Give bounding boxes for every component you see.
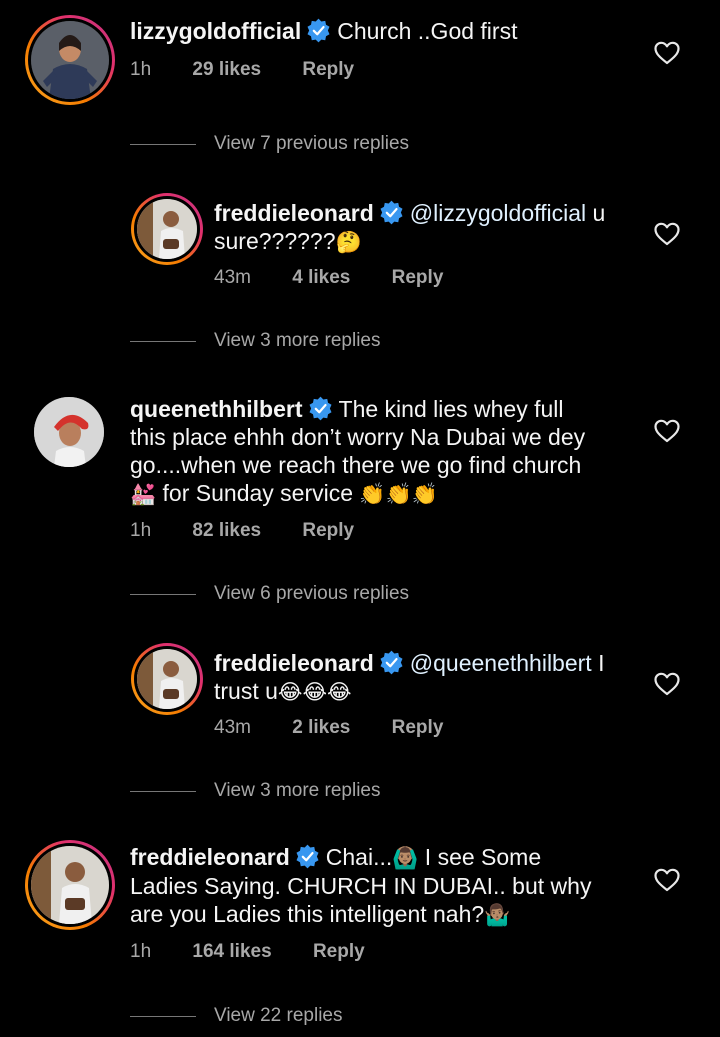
divider [130, 1016, 196, 1017]
comment-time: 1h [130, 941, 152, 962]
likes-count[interactable]: 4 likes [292, 267, 350, 288]
divider [130, 144, 196, 145]
emoji: 🤷🏽‍♂️ [484, 903, 511, 927]
avatar[interactable] [131, 643, 203, 715]
emoji: 😂😂😂 [277, 680, 352, 704]
comment-text: are you Ladies this intelligent nah? [130, 901, 485, 927]
likes-count[interactable]: 82 likes [192, 520, 261, 541]
emoji: 🙆🏽‍♂️ [392, 846, 419, 870]
view-replies-label: View 3 more replies [214, 330, 381, 351]
view-replies-label: View 22 replies [214, 1005, 343, 1026]
verified-badge-icon [308, 396, 333, 421]
comment-text: Ladies Saying. CHURCH IN DUBAI.. but why [130, 873, 592, 899]
mention-link[interactable]: @queenethhilbert [410, 650, 592, 676]
heart-outline-icon[interactable] [654, 41, 680, 65]
avatar[interactable] [25, 840, 115, 930]
reply-button[interactable]: Reply [313, 941, 365, 962]
comment-item: freddieleonard @lizzygoldofficial u sure?… [0, 190, 720, 300]
divider [130, 341, 196, 342]
heart-outline-icon[interactable] [654, 672, 680, 696]
avatar[interactable] [131, 193, 203, 265]
emoji: 💒 [130, 482, 157, 506]
verified-badge-icon [295, 844, 320, 869]
heart-outline-icon[interactable] [654, 868, 680, 892]
comment-time: 1h [130, 59, 152, 80]
comment-text: The kind lies whey full [338, 396, 564, 422]
heart-outline-icon[interactable] [654, 222, 680, 246]
divider [130, 594, 196, 595]
comment-time: 43m [214, 267, 251, 288]
verified-badge-icon [379, 650, 404, 675]
comment-text: sure?????? [214, 228, 336, 254]
comment-item: lizzygoldofficial Church ..God first 1h 2… [0, 0, 720, 110]
comment-text: trust u [214, 678, 278, 704]
comment-time: 1h [130, 520, 152, 541]
comment-username[interactable]: freddieleonard [214, 200, 374, 226]
comment-time: 43m [214, 717, 251, 738]
divider [130, 791, 196, 792]
comment-text: for Sunday service [156, 480, 360, 506]
heart-outline-icon[interactable] [654, 419, 680, 443]
verified-badge-icon [306, 18, 331, 43]
reply-button[interactable]: Reply [392, 267, 444, 288]
view-replies-label: View 3 more replies [214, 780, 381, 801]
emoji: 🤔 [335, 230, 362, 254]
comment-text: I [591, 650, 605, 676]
reply-button[interactable]: Reply [302, 59, 354, 80]
comment-text: u [586, 200, 606, 226]
avatar[interactable] [34, 397, 104, 467]
comment-item: queenethhilbert The kind lies whey full t… [0, 390, 720, 550]
comment-item: freddieleonard @queenethhilbert I trust u… [0, 640, 720, 750]
comment-text: this place ehhh don’t worry Na Dubai we … [130, 424, 586, 450]
emoji: 👏👏👏 [359, 482, 438, 506]
reply-button[interactable]: Reply [392, 717, 444, 738]
comment-username[interactable]: queenethhilbert [130, 396, 303, 422]
comment-text: Church ..God first [337, 18, 518, 44]
likes-count[interactable]: 29 likes [192, 59, 261, 80]
view-replies-label: View 6 previous replies [214, 583, 410, 604]
comment-text: go....when we reach there we go find chu… [130, 452, 582, 478]
verified-badge-icon [379, 200, 404, 225]
mention-link[interactable]: @lizzygoldofficial [410, 200, 586, 226]
comment-item: freddieleonard Chai...🙆🏽‍♂️ I see Some La… [0, 838, 720, 988]
view-replies-label: View 7 previous replies [214, 133, 410, 154]
comment-text: I see Some [418, 844, 542, 870]
likes-count[interactable]: 2 likes [292, 717, 350, 738]
comment-text: Chai... [325, 844, 393, 870]
comment-username[interactable]: freddieleonard [214, 650, 374, 676]
reply-button[interactable]: Reply [302, 520, 354, 541]
avatar[interactable] [25, 15, 115, 105]
comment-username[interactable]: freddieleonard [130, 844, 290, 870]
likes-count[interactable]: 164 likes [192, 941, 271, 962]
comment-username[interactable]: lizzygoldofficial [130, 18, 301, 44]
